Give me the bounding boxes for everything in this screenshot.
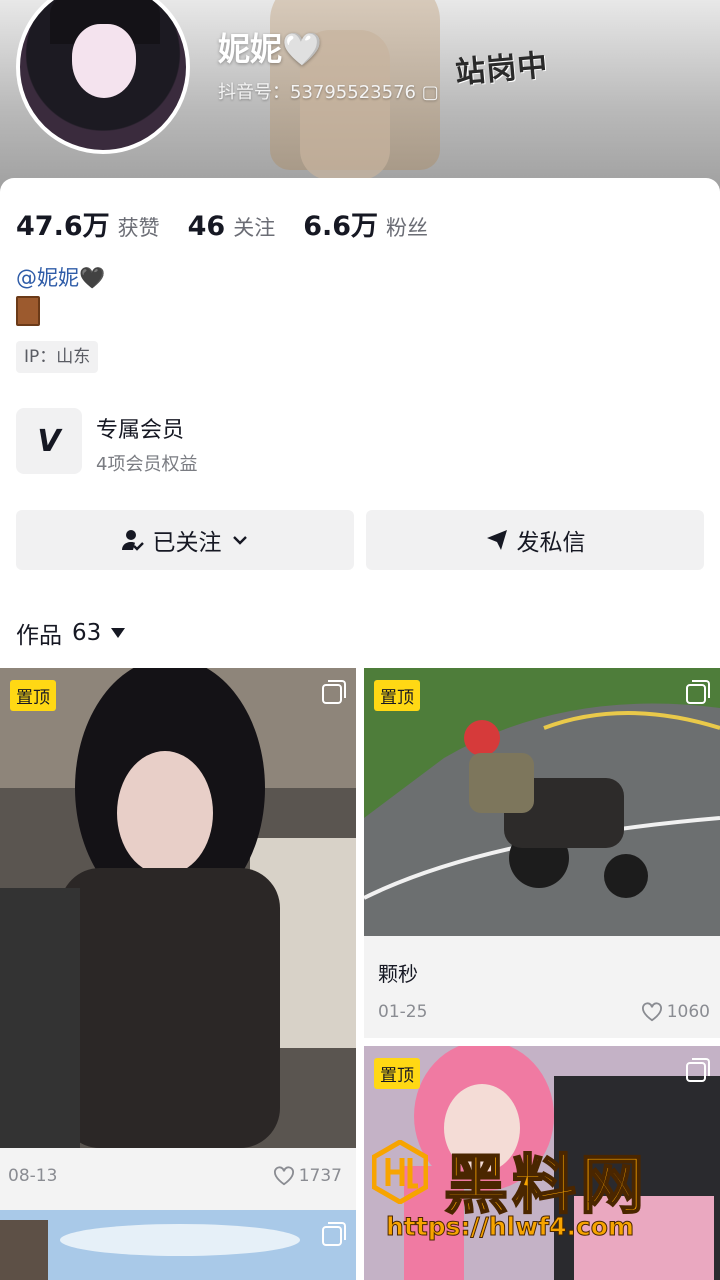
- stat-following[interactable]: 46 关注: [188, 211, 276, 242]
- chevron-down-icon: [232, 536, 247, 545]
- watermark-url: https://hlwf4.com: [385, 1212, 635, 1242]
- video-card[interactable]: 置顶 08-13 1737: [0, 668, 356, 1210]
- caret-down-icon: [111, 628, 126, 638]
- video-card[interactable]: 置顶 颗秒 01-25 1060: [364, 668, 720, 1038]
- followed-button-label: 已关注: [152, 530, 222, 556]
- followed-button[interactable]: 已关注: [16, 510, 354, 570]
- multi-image-icon: [322, 680, 346, 704]
- stat-likes-value: 47.6万: [16, 211, 110, 242]
- profile-nickname: 妮妮🤍: [218, 30, 322, 68]
- stat-followers[interactable]: 6.6万 粉丝: [303, 204, 428, 243]
- cover-stamp-text: 站岗中: [453, 48, 550, 91]
- video-likes-count: 1737: [298, 1166, 342, 1186]
- v-logo-icon[interactable]: V: [16, 408, 82, 474]
- pinned-badge: 置顶: [374, 680, 420, 711]
- video-likes-count: 1060: [666, 1002, 710, 1022]
- video-date: 08-13: [8, 1166, 58, 1186]
- stat-following-value: 46: [187, 211, 226, 242]
- send-message-label: 发私信: [516, 530, 586, 556]
- user-check-icon: [121, 530, 144, 551]
- hexagon-logo-icon: [372, 1140, 428, 1204]
- multi-image-icon: [686, 680, 710, 704]
- tab-works[interactable]: 作品 63: [16, 616, 126, 650]
- douyin-id[interactable]: 抖音号：53795523576 ▢: [218, 78, 439, 104]
- heart-icon: [641, 1002, 662, 1022]
- works-tab-label: 作品: [16, 623, 62, 649]
- works-count: 63: [72, 620, 102, 646]
- ip-location-tag: IP：山东: [16, 341, 99, 373]
- stat-followers-value: 6.6万: [303, 211, 379, 242]
- stat-followers-label: 粉丝: [386, 216, 429, 240]
- avatar-face: [72, 24, 136, 98]
- stat-following-label: 关注: [233, 216, 276, 240]
- multi-image-icon: [322, 1222, 346, 1246]
- video-card[interactable]: [0, 1210, 356, 1280]
- pinned-badge: 置顶: [374, 1058, 420, 1089]
- site-watermark: 黑料网 https://hlwf4.com: [372, 1140, 692, 1242]
- door-icon: [16, 296, 40, 326]
- heart-icon: [273, 1166, 294, 1186]
- video-thumbnail: [0, 668, 356, 1148]
- video-date: 01-25: [378, 1002, 428, 1022]
- video-likes: 1060: [641, 1002, 710, 1022]
- video-title: 颗秒: [378, 962, 418, 986]
- pinned-badge: 置顶: [10, 680, 56, 711]
- membership-title[interactable]: 专属会员: [96, 412, 184, 444]
- send-message-button[interactable]: 发私信: [366, 510, 704, 570]
- bio-mention-link[interactable]: @妮妮🖤: [16, 262, 105, 292]
- stat-likes[interactable]: 47.6万 获赞: [16, 204, 160, 243]
- multi-image-icon: [686, 1058, 710, 1082]
- paper-plane-icon: [486, 530, 507, 550]
- membership-subtitle: 4项会员权益: [96, 454, 198, 475]
- video-thumbnail: [0, 1210, 356, 1280]
- profile-stats: 47.6万 获赞 46 关注 6.6万 粉丝: [16, 204, 456, 243]
- stat-likes-label: 获赞: [117, 216, 160, 240]
- video-likes: 1737: [273, 1166, 342, 1186]
